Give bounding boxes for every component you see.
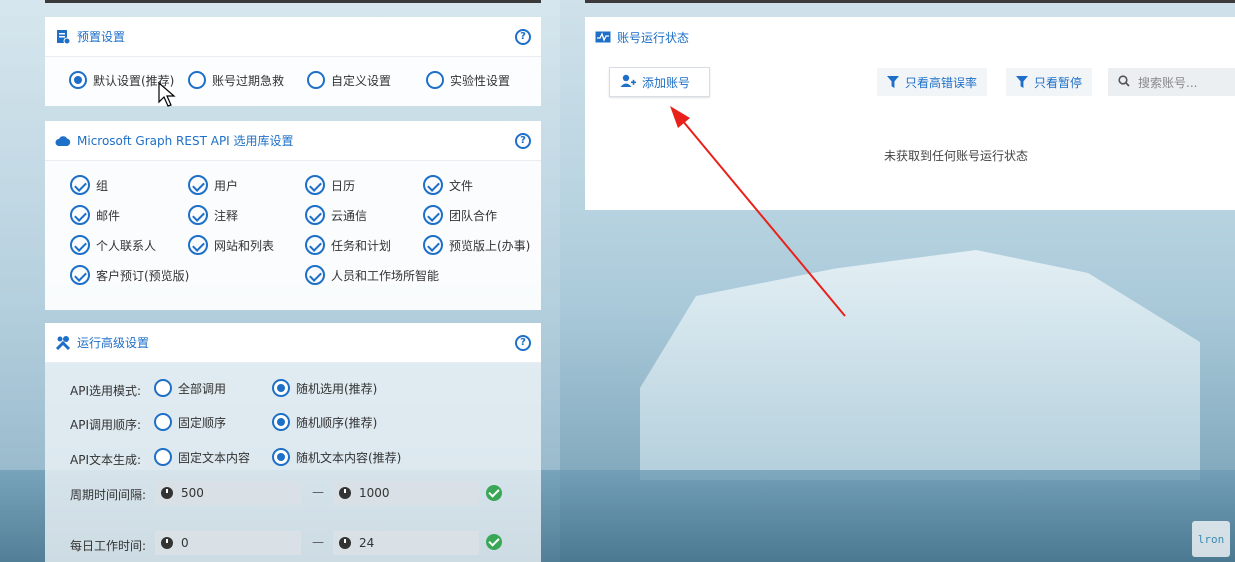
annotation-arrow — [670, 106, 846, 317]
mouse-cursor-icon — [158, 82, 176, 107]
watermark-logo: lron — [1192, 521, 1230, 557]
